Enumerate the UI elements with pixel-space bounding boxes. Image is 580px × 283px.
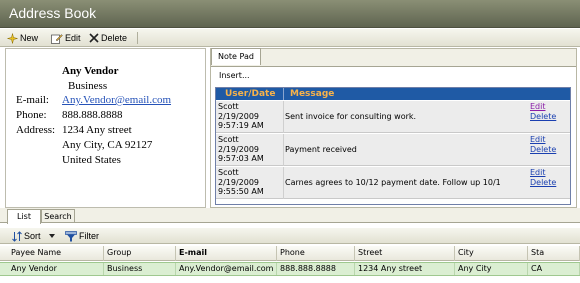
note-user-date: Scott 2/19/2009 9:57:19 AM [218, 102, 264, 130]
vendor-type: Business [68, 80, 108, 92]
edit-button-label: Edit [65, 33, 81, 43]
bottom-tab-bar: List Search [0, 208, 580, 224]
cell-state: CA [528, 263, 580, 275]
chevron-down-icon[interactable] [48, 234, 55, 238]
tab-search[interactable]: Search [41, 209, 75, 223]
phone-label: Phone: [16, 109, 47, 121]
col-phone[interactable]: Phone [277, 246, 355, 261]
cell-email: Any.Vendor@email.com [176, 263, 277, 275]
note-user-date: Scott 2/19/2009 9:55:50 AM [218, 168, 264, 196]
note-actions: Edit Delete [530, 168, 556, 187]
sort-button[interactable]: Sort [12, 229, 55, 243]
note-message: Payment received [285, 145, 357, 154]
tab-list[interactable]: List [7, 209, 41, 224]
title-bar: Address Book [0, 0, 580, 28]
notepad-panel: Note Pad Insert... User/Date Message Sco… [210, 48, 577, 208]
col-city[interactable]: City [455, 246, 528, 261]
table-header: Payee Name Group E-mail Phone Street Cit… [0, 246, 580, 261]
filter-icon [65, 230, 77, 242]
col-payee-name[interactable]: Payee Name [8, 246, 104, 261]
delete-button-label: Delete [101, 33, 128, 43]
cell-payee-name: Any Vendor [8, 263, 104, 275]
toolbar: New Edit Delete [0, 29, 580, 47]
note-row[interactable]: Scott 2/19/2009 9:55:50 AM Carnes agrees t… [216, 167, 570, 199]
col-street[interactable]: Street [355, 246, 455, 261]
notes-grid-header: User/Date Message [216, 88, 570, 100]
vendor-address-line1: 1234 Any street [62, 124, 132, 136]
vendor-address-line3: United States [62, 154, 121, 166]
note-row[interactable]: Scott 2/19/2009 9:57:19 AM Sent invoice fo… [216, 101, 570, 133]
vendor-name: Any Vendor [62, 65, 119, 77]
address-label: Address: [16, 124, 56, 136]
col-user-date[interactable]: User/Date [225, 88, 275, 100]
cell-city: Any City [455, 263, 528, 275]
note-message: Carnes agrees to 10/12 payment date. Fol… [285, 178, 501, 187]
row-divider [283, 167, 284, 199]
cell-group: Business [104, 263, 176, 275]
note-delete-link[interactable]: Delete [530, 112, 556, 122]
email-label: E-mail: [16, 94, 49, 106]
notepad-content: Insert... User/Date Message Scott 2/19/20… [211, 66, 576, 207]
new-button[interactable]: New [7, 31, 38, 45]
new-star-icon [7, 32, 18, 44]
cell-street: 1234 Any street [355, 263, 455, 275]
note-delete-link[interactable]: Delete [530, 145, 556, 155]
note-edit-link[interactable]: Edit [530, 135, 556, 145]
sort-icon [12, 230, 22, 242]
col-message[interactable]: Message [290, 88, 334, 100]
edit-pencil-icon [51, 33, 63, 44]
filter-button[interactable]: Filter [65, 229, 99, 243]
vendor-details-panel: Any Vendor Business E-mail: Any.Vendor@e… [5, 48, 206, 208]
note-actions: Edit Delete [530, 102, 556, 121]
insert-note-link[interactable]: Insert... [219, 71, 250, 80]
cell-phone: 888.888.8888 [277, 263, 355, 275]
note-actions: Edit Delete [530, 135, 556, 154]
col-group[interactable]: Group [104, 246, 176, 261]
window-title: Address Book [9, 5, 97, 21]
new-button-label: New [20, 33, 39, 43]
note-row[interactable]: Scott 2/19/2009 9:57:03 AM Payment receive… [216, 134, 570, 166]
col-email[interactable]: E-mail [176, 246, 277, 261]
note-message: Sent invoice for consulting work. [285, 112, 417, 121]
note-edit-link[interactable]: Edit [530, 102, 556, 112]
vendor-phone: 888.888.8888 [62, 109, 123, 121]
list-toolbar: Sort Filter [0, 228, 580, 244]
delete-x-icon [89, 33, 99, 43]
header-divider [283, 88, 284, 100]
note-user-date: Scott 2/19/2009 9:57:03 AM [218, 135, 264, 163]
delete-button[interactable]: Delete [89, 31, 127, 45]
table-row[interactable]: Any Vendor Business Any.Vendor@email.com… [0, 262, 580, 276]
row-divider [283, 101, 284, 133]
edit-button[interactable]: Edit [51, 31, 81, 45]
vendor-address-line2: Any City, CA 92127 [62, 139, 153, 151]
filter-button-label: Filter [79, 231, 99, 241]
tab-notepad[interactable]: Note Pad [211, 48, 261, 65]
note-edit-link[interactable]: Edit [530, 168, 556, 178]
sort-button-label: Sort [24, 231, 41, 241]
note-delete-link[interactable]: Delete [530, 178, 556, 188]
toolbar-separator [137, 32, 138, 44]
notes-grid: User/Date Message Scott 2/19/2009 9:57:19 … [215, 87, 571, 205]
col-state[interactable]: Sta [528, 246, 580, 261]
vendor-email-link[interactable]: Any.Vendor@email.com [62, 94, 171, 106]
row-divider [283, 134, 284, 166]
